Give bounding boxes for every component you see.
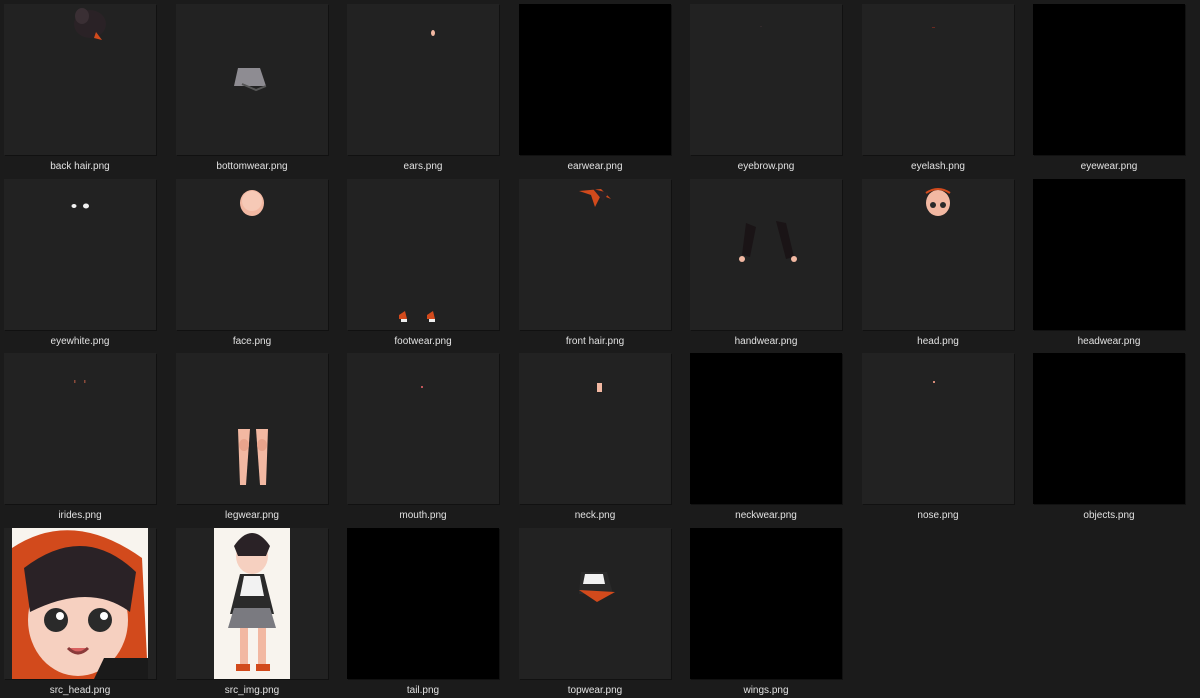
file-name: eyebrow.png xyxy=(737,161,795,172)
file-name: objects.png xyxy=(1083,510,1135,521)
footwear-thumbnail-art xyxy=(399,311,435,322)
file-tile-front-hair-10[interactable]: front hair.png xyxy=(519,179,671,351)
objects-thumbnail[interactable] xyxy=(1033,353,1185,504)
file-tile-eyebrow-4[interactable]: eyebrow.png xyxy=(690,4,842,176)
file-tile-irides-14[interactable]: irides.png xyxy=(4,353,156,525)
back-hair-thumbnail-art xyxy=(74,8,106,40)
nose-thumbnail-art xyxy=(933,381,935,383)
file-name: mouth.png xyxy=(399,510,447,521)
head-thumbnail[interactable] xyxy=(862,179,1014,330)
file-name: headwear.png xyxy=(1077,336,1141,347)
file-tile-topwear-24[interactable]: topwear.png xyxy=(519,528,671,698)
file-tile-bottomwear-1[interactable]: bottomwear.png xyxy=(176,4,328,176)
file-tile-nose-19[interactable]: nose.png xyxy=(862,353,1014,525)
file-name: wings.png xyxy=(743,685,789,696)
file-tile-black-18[interactable]: neckwear.png xyxy=(690,353,842,525)
file-tile-black-23[interactable]: tail.png xyxy=(347,528,499,698)
topwear-thumbnail-art xyxy=(579,572,615,602)
file-tile-legwear-15[interactable]: legwear.png xyxy=(176,353,328,525)
file-tile-src-head-21[interactable]: src_head.png xyxy=(4,528,156,698)
src-img-thumbnail[interactable] xyxy=(176,528,328,679)
file-name: eyelash.png xyxy=(911,161,965,172)
file-name: ears.png xyxy=(403,161,443,172)
file-name: footwear.png xyxy=(394,336,452,347)
file-tile-footwear-9[interactable]: footwear.png xyxy=(347,179,499,351)
eyebrow-thumbnail[interactable] xyxy=(690,4,842,155)
file-name: irides.png xyxy=(58,510,102,521)
face-thumbnail[interactable] xyxy=(176,179,328,330)
bottomwear-thumbnail[interactable] xyxy=(176,4,328,155)
file-tile-black-6[interactable]: eyewear.png xyxy=(1033,4,1185,176)
bottomwear-thumbnail-art xyxy=(234,68,267,92)
file-tile-back-hair-0[interactable]: back hair.png xyxy=(4,4,156,176)
file-name: src_img.png xyxy=(224,685,280,696)
eyewhite-thumbnail[interactable] xyxy=(4,179,156,330)
neck-thumbnail[interactable] xyxy=(519,353,671,504)
file-name: front hair.png xyxy=(565,336,625,347)
src-img-thumbnail-art xyxy=(214,528,290,679)
file-tile-black-13[interactable]: headwear.png xyxy=(1033,179,1185,351)
ears-thumbnail-art xyxy=(431,30,435,36)
file-name: back hair.png xyxy=(50,161,110,172)
eyelash-thumbnail[interactable] xyxy=(862,4,1014,155)
earwear-thumbnail[interactable] xyxy=(519,4,671,155)
file-name: handwear.png xyxy=(734,336,798,347)
file-tile-eyelash-5[interactable]: eyelash.png xyxy=(862,4,1014,176)
file-name: topwear.png xyxy=(567,685,623,696)
file-name: neckwear.png xyxy=(735,510,797,521)
handwear-thumbnail[interactable] xyxy=(690,179,842,330)
file-tile-black-25[interactable]: wings.png xyxy=(690,528,842,698)
neck-thumbnail-art xyxy=(597,383,602,392)
file-name: neck.png xyxy=(574,510,616,521)
face-thumbnail-art xyxy=(240,190,264,216)
file-tile-black-20[interactable]: objects.png xyxy=(1033,353,1185,525)
mouth-thumbnail[interactable] xyxy=(347,353,499,504)
file-tile-neck-17[interactable]: neck.png xyxy=(519,353,671,525)
file-tile-mouth-16[interactable]: mouth.png xyxy=(347,353,499,525)
file-tile-head-12[interactable]: head.png xyxy=(862,179,1014,351)
handwear-thumbnail-art xyxy=(739,221,797,262)
irides-thumbnail-art xyxy=(74,380,86,383)
legwear-thumbnail[interactable] xyxy=(176,353,328,504)
front-hair-thumbnail[interactable] xyxy=(519,179,671,330)
src-head-thumbnail[interactable] xyxy=(4,528,156,679)
ears-thumbnail[interactable] xyxy=(347,4,499,155)
file-name: nose.png xyxy=(917,510,959,521)
file-name: earwear.png xyxy=(567,161,623,172)
file-grid: back hair.png bottomwear.png ears.png ea… xyxy=(0,0,1200,698)
topwear-thumbnail[interactable] xyxy=(519,528,671,679)
file-name: face.png xyxy=(232,336,272,347)
file-tile-face-8[interactable]: face.png xyxy=(176,179,328,351)
headwear-thumbnail[interactable] xyxy=(1033,179,1185,330)
neckwear-thumbnail[interactable] xyxy=(690,353,842,504)
back-hair-thumbnail[interactable] xyxy=(4,4,156,155)
file-tile-black-3[interactable]: earwear.png xyxy=(519,4,671,176)
file-name: head.png xyxy=(917,336,959,347)
file-name: tail.png xyxy=(406,685,440,696)
eyewear-thumbnail[interactable] xyxy=(1033,4,1185,155)
mouth-thumbnail-art xyxy=(421,386,423,388)
legwear-thumbnail-art xyxy=(238,429,268,485)
file-tile-ears-2[interactable]: ears.png xyxy=(347,4,499,176)
footwear-thumbnail[interactable] xyxy=(347,179,499,330)
eyelash-thumbnail-art xyxy=(932,27,935,28)
file-name: bottomwear.png xyxy=(216,161,288,172)
nose-thumbnail[interactable] xyxy=(862,353,1014,504)
file-name: eyewear.png xyxy=(1080,161,1138,172)
irides-thumbnail[interactable] xyxy=(4,353,156,504)
eyebrow-thumbnail-art xyxy=(760,26,762,27)
head-thumbnail-art xyxy=(925,188,951,216)
file-name: legwear.png xyxy=(225,510,279,521)
tail-thumbnail[interactable] xyxy=(347,528,499,679)
file-tile-eyewhite-7[interactable]: eyewhite.png xyxy=(4,179,156,351)
file-tile-src-img-22[interactable]: src_img.png xyxy=(176,528,328,698)
wings-thumbnail[interactable] xyxy=(690,528,842,679)
file-name: eyewhite.png xyxy=(50,336,110,347)
front-hair-thumbnail-art xyxy=(579,189,611,207)
file-tile-handwear-11[interactable]: handwear.png xyxy=(690,179,842,351)
eyewhite-thumbnail-art xyxy=(71,203,89,209)
src-head-thumbnail-art xyxy=(12,528,148,679)
file-name: src_head.png xyxy=(49,685,111,696)
